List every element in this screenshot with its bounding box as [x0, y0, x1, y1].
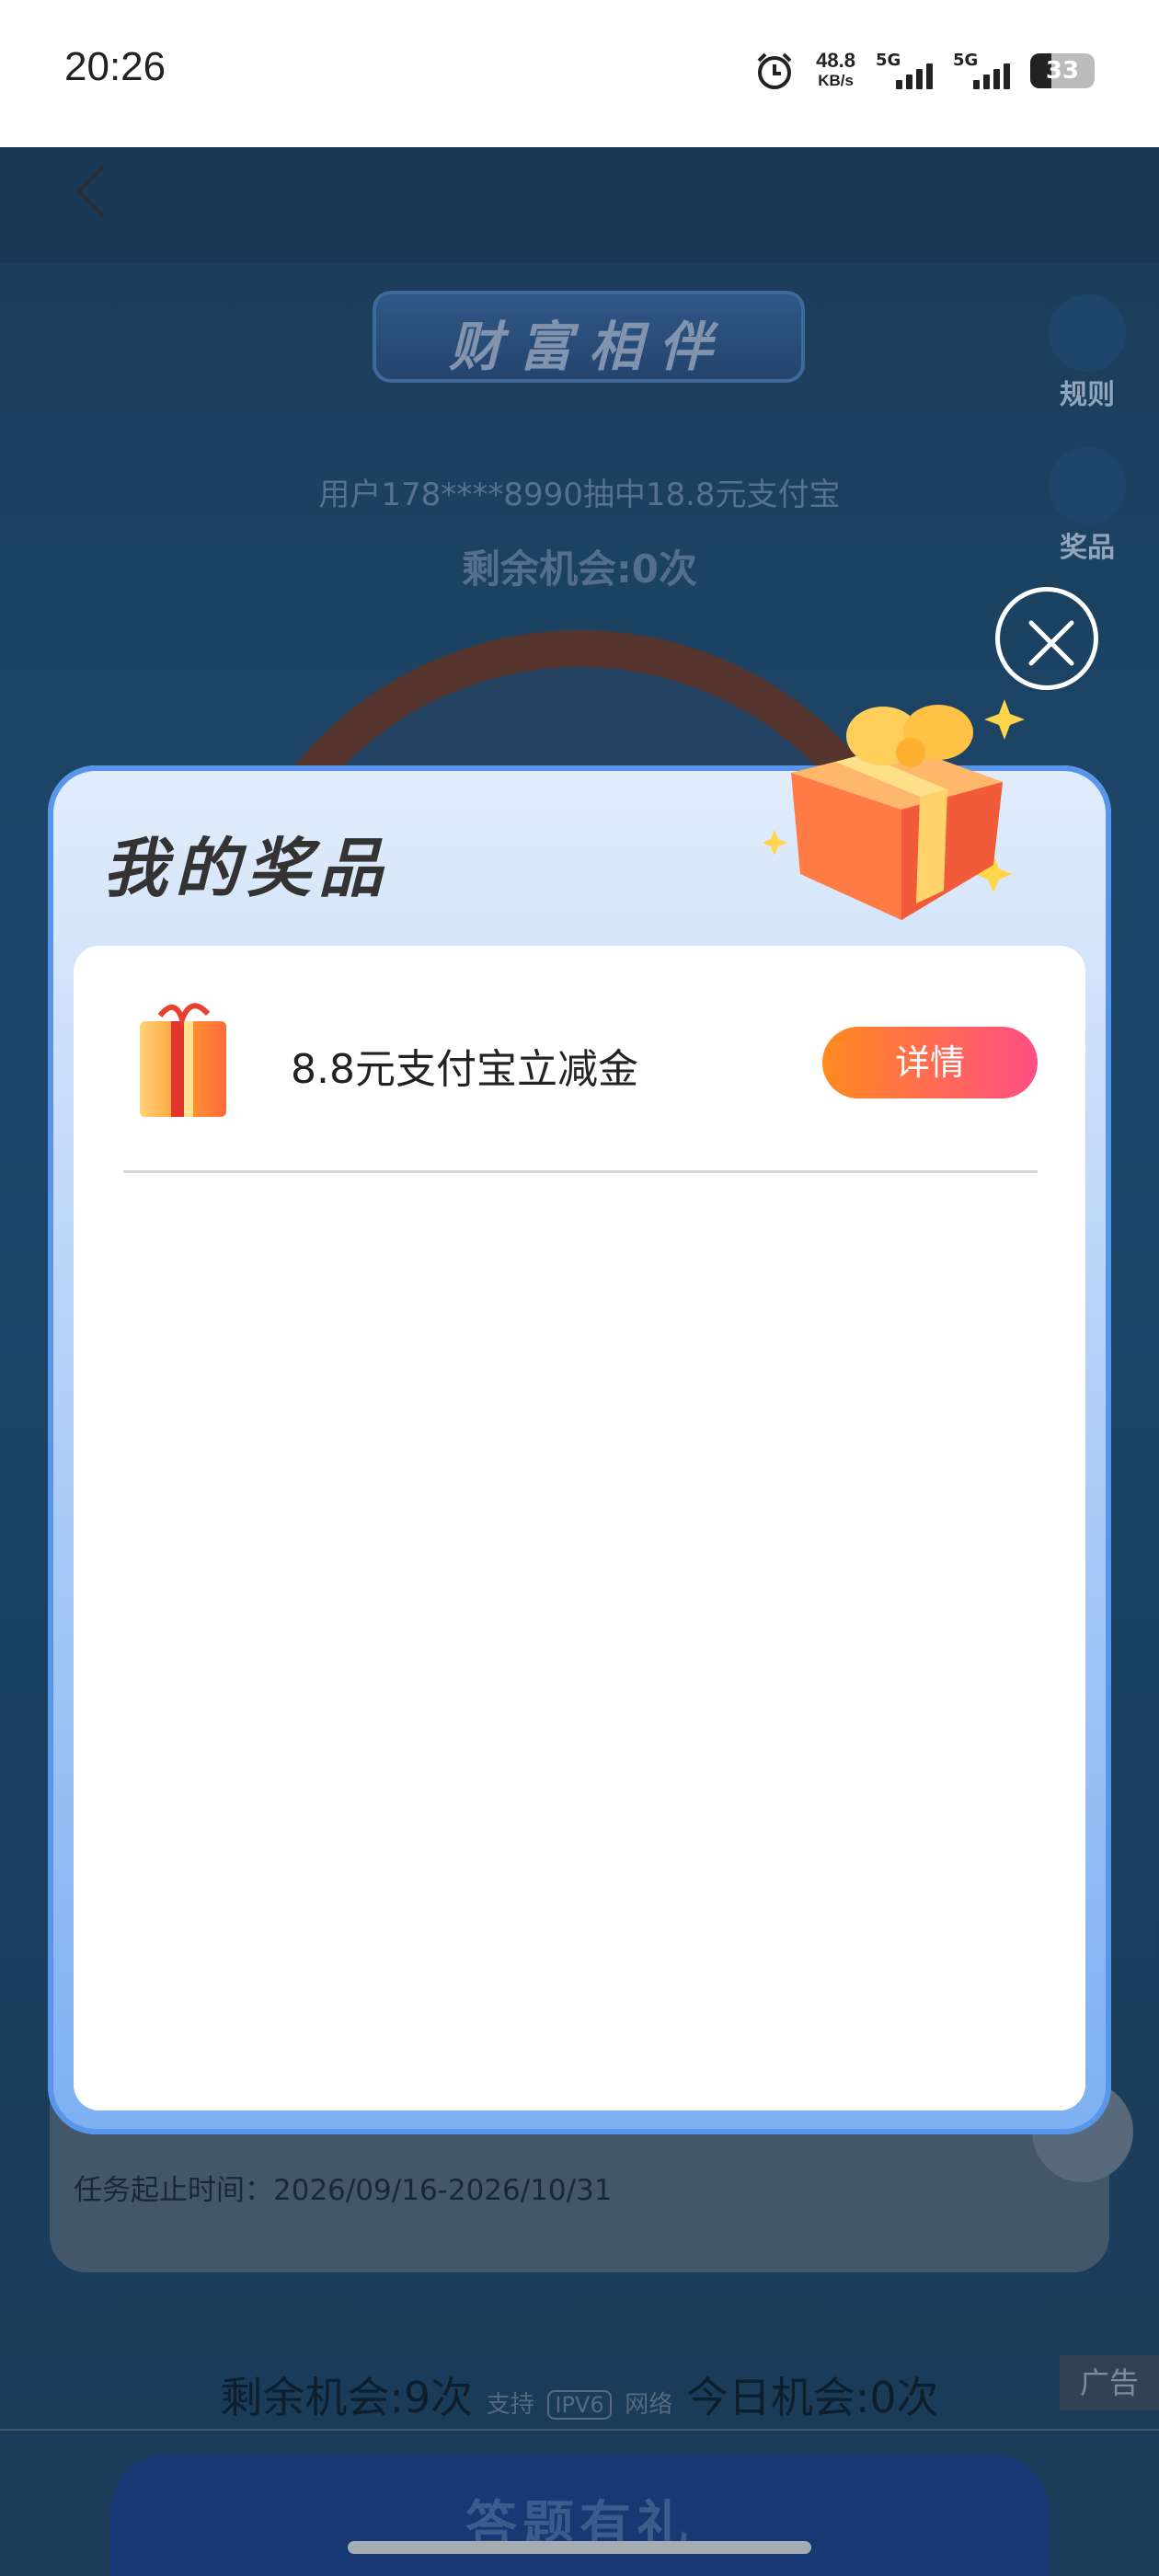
prize-row-divider	[123, 1170, 1038, 1173]
alarm-icon	[757, 52, 792, 89]
speed-unit: KB/s	[818, 72, 854, 89]
status-time: 20:26	[64, 44, 166, 89]
signal-5g-2: 5G	[953, 51, 1010, 89]
prize-list-item: 8.8元支付宝立减金 详情	[123, 994, 1038, 1132]
battery-level: 33	[1045, 57, 1080, 85]
close-button[interactable]	[995, 587, 1098, 690]
status-icons: 48.8 KB/s 5G 5G 33	[753, 48, 1095, 94]
network-speed: 48.8 KB/s	[816, 51, 855, 91]
prize-detail-button[interactable]: 详情	[822, 1027, 1038, 1098]
signal-5g-1: 5G	[876, 51, 933, 89]
close-icon	[1028, 620, 1074, 666]
status-bar: 20:26 48.8 KB/s 5G 5G 33	[0, 0, 1159, 217]
modal-title: 我的奖品	[103, 831, 390, 906]
battery-icon: 33	[1030, 53, 1095, 88]
network-label-2: 5G	[953, 51, 979, 70]
prize-name: 8.8元支付宝立减金	[291, 1046, 638, 1093]
gift-box-icon	[763, 699, 1025, 920]
home-indicator[interactable]	[348, 2541, 811, 2554]
network-label-1: 5G	[876, 51, 901, 70]
gift-icon	[140, 1003, 226, 1117]
speed-value: 48.8	[816, 49, 855, 72]
